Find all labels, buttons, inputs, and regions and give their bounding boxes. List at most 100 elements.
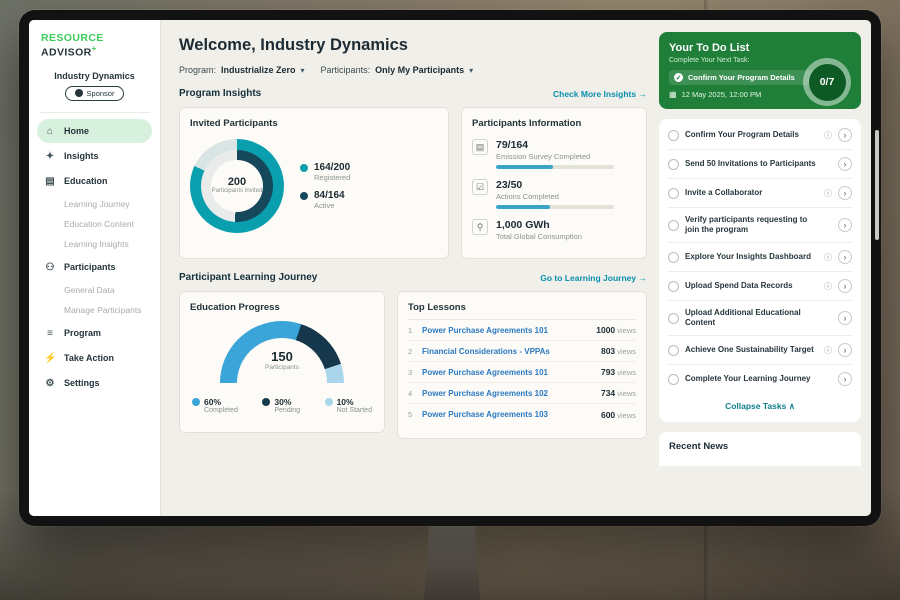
lesson-link[interactable]: Power Purchase Agreements 103 [422,410,601,419]
take-action-icon: ⚡ [44,353,56,364]
sidebar-item-learning-insights[interactable]: Learning Insights [37,234,152,254]
sidebar-item-general-data[interactable]: General Data [37,280,152,300]
section-title: Program Insights [179,88,261,99]
info-icon[interactable]: ⓘ [824,252,832,263]
todo-task-row[interactable]: Confirm Your Program Details ⓘ › [668,121,852,150]
info-icon[interactable]: ⓘ [824,130,832,141]
lesson-link[interactable]: Power Purchase Agreements 101 [422,368,601,377]
insights-icon: ✦ [44,151,56,162]
lesson-link[interactable]: Financial Considerations - VPPAs [422,347,601,356]
task-checkbox[interactable] [668,345,679,356]
todo-task-row[interactable]: Verify participants requesting to join t… [668,208,852,243]
legend-not-started: 10% Not Started [325,397,372,414]
chevron-right-icon[interactable]: › [838,372,852,386]
info-icon[interactable]: ⓘ [824,188,832,199]
lesson-link[interactable]: Power Purchase Agreements 102 [422,389,601,398]
org-name: Industry Dynamics [29,71,160,81]
chevron-right-icon[interactable]: › [838,186,852,200]
task-checkbox[interactable] [668,188,679,199]
program-filter-value[interactable]: Industrialize Zero [221,65,296,75]
lesson-row: 1 Power Purchase Agreements 101 1000 vie… [408,320,636,341]
todo-task-row[interactable]: Upload Spend Data Records ⓘ › [668,272,852,301]
filters-row: Program: Industrialize Zero ▾ Participan… [179,65,647,75]
gauge-legend: 60% Completed 30% Pending 10% Not Starte… [190,397,374,414]
lesson-row: 4 Power Purchase Agreements 102 734 view… [408,383,636,404]
survey-icon: ▤ [472,139,488,155]
settings-icon: ⚙ [44,378,56,389]
info-icon[interactable]: ⓘ [824,281,832,292]
sidebar-item-learning-journey[interactable]: Learning Journey [37,194,152,214]
chevron-right-icon[interactable]: › [838,157,852,171]
sidebar-item-home[interactable]: ⌂ Home [37,119,152,143]
recent-news-card: Recent News [659,432,861,466]
chevron-right-icon[interactable]: › [838,279,852,293]
program-insights-header: Program Insights Check More Insights → [179,88,647,99]
insights-cards-row: Invited Participants 200 Participants In… [179,107,647,259]
legend-registered: 164/200 Registered [300,162,350,182]
sidebar-item-insights[interactable]: ✦ Insights [37,144,152,168]
legend-completed: 60% Completed [192,397,238,414]
task-checkbox[interactable] [668,130,679,141]
task-checkbox[interactable] [668,374,679,385]
legend-dot [300,164,308,172]
sidebar-item-take-action[interactable]: ⚡ Take Action [37,346,152,370]
sidebar-item-settings[interactable]: ⚙ Settings [37,371,152,395]
monitor-bezel: RESOURCE ADVISOR+ Industry Dynamics Spon… [19,10,881,526]
chevron-right-icon[interactable]: › [838,343,852,357]
chevron-right-icon[interactable]: › [838,128,852,142]
app-logo: RESOURCE ADVISOR+ [29,32,160,59]
sidebar-item-program[interactable]: ≡ Program [37,321,152,345]
todo-task-row[interactable]: Complete Your Learning Journey ⓘ › [668,365,852,393]
chevron-down-icon[interactable]: ▾ [301,66,305,75]
task-checkbox[interactable] [668,313,679,324]
info-row-actions: ☑ 23/50 Actions Completed [472,179,636,209]
lesson-row: 2 Financial Considerations - VPPAs 803 v… [408,341,636,362]
info-icon[interactable]: ⓘ [824,345,832,356]
invited-donut: 200 Participants Invited [190,139,284,233]
location-pin-icon: ⚲ [472,219,488,235]
todo-task-row[interactable]: Explore Your Insights Dashboard ⓘ › [668,243,852,272]
program-icon: ≡ [44,328,56,339]
chevron-right-icon[interactable]: › [838,218,852,232]
arrow-right-icon: → [639,273,648,283]
divider [39,112,150,113]
check-circle-icon: ✓ [674,73,683,82]
todo-task-row[interactable]: Achieve One Sustainability Target ⓘ › [668,336,852,365]
participants-filter-value[interactable]: Only My Participants [375,65,464,75]
sponsor-badge[interactable]: Sponsor [65,86,125,101]
check-more-insights-link[interactable]: Check More Insights → [553,89,647,99]
go-to-learning-journey-link[interactable]: Go to Learning Journey → [540,273,647,283]
sidebar-item-participants[interactable]: ⚇ Participants [37,255,152,279]
collapse-tasks-button[interactable]: Collapse Tasks ∧ [668,393,852,420]
todo-task-row[interactable]: Invite a Collaborator ⓘ › [668,179,852,208]
todo-task-row[interactable]: Upload Additional Educational Content ⓘ … [668,301,852,336]
task-checkbox[interactable] [668,252,679,263]
sidebar-item-education[interactable]: ▤ Education [37,169,152,193]
sidebar-item-education-content[interactable]: Education Content [37,214,152,234]
chevron-right-icon[interactable]: › [838,250,852,264]
chevron-right-icon[interactable]: › [838,311,852,325]
progress-bar [496,205,614,209]
chevron-down-icon[interactable]: ▾ [469,66,473,75]
invited-legend: 164/200 Registered 84/164 Active [300,154,350,218]
task-checkbox[interactable] [668,220,679,231]
todo-summary-card: Your To Do List Complete Your Next Task:… [659,32,861,109]
lesson-link[interactable]: Power Purchase Agreements 101 [422,326,596,335]
org-block: Industry Dynamics Sponsor [29,71,160,103]
chevron-up-icon: ∧ [789,401,795,411]
todo-task-row[interactable]: Send 50 Invitations to Participants ⓘ › [668,150,852,179]
program-filter: Program: Industrialize Zero ▾ [179,65,305,75]
sidebar-item-manage-participants[interactable]: Manage Participants [37,300,152,320]
info-row-consumption: ⚲ 1,000 GWh Total Global Consumption [472,219,636,241]
home-icon: ⌂ [44,126,56,137]
calendar-icon: ▦ [669,90,677,99]
program-filter-label: Program: [179,65,216,75]
actions-icon: ☑ [472,179,488,195]
sidebar: RESOURCE ADVISOR+ Industry Dynamics Spon… [29,20,161,516]
next-task[interactable]: ✓ Confirm Your Program Details [669,70,817,85]
education-progress-card: Education Progress 150 Participants 60% … [179,291,385,433]
task-checkbox[interactable] [668,281,679,292]
invited-participants-card: Invited Participants 200 Participants In… [179,107,449,259]
task-checkbox[interactable] [668,159,679,170]
participants-filter: Participants: Only My Participants ▾ [321,65,474,75]
